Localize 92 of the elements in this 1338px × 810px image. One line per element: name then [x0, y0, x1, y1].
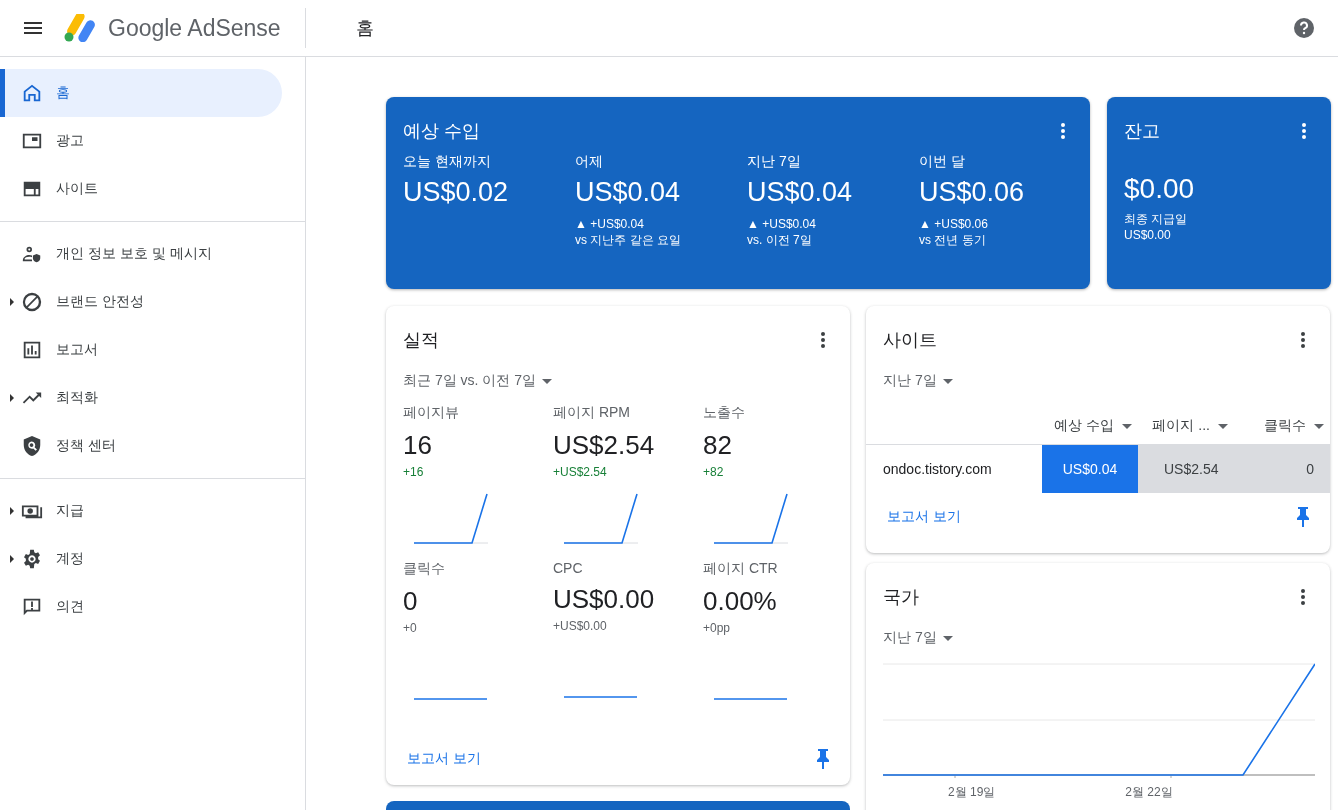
metric-value: 16 [403, 430, 433, 461]
help-icon[interactable] [1294, 18, 1314, 38]
metric-change: +16 [403, 465, 425, 479]
card-title: 잔고 [1124, 120, 1160, 143]
metric-label: 클릭수 [403, 560, 446, 578]
nav-item[interactable]: 지급 [0, 487, 282, 535]
period-label: 이번 달 [919, 153, 966, 171]
card-title: 예상 수입 [403, 120, 480, 143]
metric-change: +US$0.00 [553, 619, 608, 633]
view-report-link[interactable]: 보고서 보기 [407, 750, 481, 768]
gear-icon [21, 548, 43, 570]
period-comparison: vs 지난주 같은 요일 [575, 232, 682, 248]
period-label: 지난 7일 [747, 153, 802, 171]
column-header[interactable]: 예상 수입 [1042, 417, 1138, 435]
period-label: 어제 [575, 153, 604, 171]
period-change: ▲ +US$0.04 [747, 216, 817, 232]
menu-icon[interactable] [24, 22, 42, 34]
dropdown-caret-icon [942, 635, 953, 641]
page-title: 홈 [356, 17, 375, 40]
view-report-link[interactable]: 보고서 보기 [887, 508, 961, 526]
date-range-dropdown[interactable]: 지난 7일 [866, 372, 1330, 390]
nav-item[interactable]: 보고서 [0, 326, 282, 374]
nav-item[interactable]: 사이트 [0, 165, 282, 213]
shield-search-icon [21, 435, 43, 457]
more-options-icon[interactable] [1061, 123, 1065, 139]
date-range-dropdown[interactable]: 지난 7일 [883, 629, 1313, 647]
period-change: ▲ +US$0.04 [575, 216, 645, 232]
card-title: 국가 [883, 586, 919, 609]
pin-icon[interactable] [817, 749, 829, 769]
period-value: US$0.06 [919, 177, 1026, 208]
metric-label: 페이지뷰 [403, 404, 460, 422]
metric-value: 0.00% [703, 586, 778, 617]
metric-change: +0pp [703, 621, 732, 635]
last-payment-value: US$0.00 [1124, 227, 1172, 243]
metric-label: CPC [553, 560, 584, 576]
table-cell: US$0.04 [1042, 445, 1138, 493]
nav-item[interactable]: 브랜드 안전성 [0, 278, 282, 326]
nav-item[interactable]: 홈 [0, 69, 282, 117]
sort-caret-icon [1314, 423, 1324, 429]
nav-item[interactable]: 개인 정보 보호 및 메시지 [0, 230, 282, 278]
expand-caret-icon[interactable] [10, 298, 14, 306]
dropdown-caret-icon [542, 378, 553, 384]
column-header[interactable]: 페이지 ... [1138, 417, 1234, 435]
pin-icon[interactable] [1297, 507, 1309, 527]
metric-change: +82 [703, 465, 725, 479]
expand-caret-icon[interactable] [10, 394, 14, 402]
more-options-icon[interactable] [1302, 123, 1306, 139]
metric-change: +0 [403, 621, 418, 635]
metric-value: 0 [403, 586, 419, 617]
home-icon [21, 82, 43, 104]
nav-item[interactable]: 광고 [0, 117, 282, 165]
more-options-icon[interactable] [1301, 589, 1305, 605]
table-cell: 0 [1234, 445, 1330, 493]
sort-caret-icon [1218, 423, 1228, 429]
dropdown-caret-icon [942, 378, 953, 384]
logo-icon [64, 14, 98, 42]
axis-label: 2월 19일 [948, 784, 996, 801]
nav-item[interactable]: 의견 [0, 583, 282, 631]
table-cell: US$2.54 [1138, 445, 1234, 493]
period-change: ▲ +US$0.06 [919, 216, 989, 232]
metric-value: US$2.54 [553, 430, 656, 461]
balance-value: $0.00 [1124, 173, 1196, 205]
period-value: US$0.04 [747, 177, 854, 208]
metric-label: 페이지 RPM [553, 404, 631, 422]
sort-caret-icon [1122, 423, 1132, 429]
period-value: US$0.02 [403, 177, 510, 208]
metric-value: US$0.00 [553, 584, 656, 615]
nav-item[interactable]: 최적화 [0, 374, 282, 422]
nav-item[interactable]: 정책 센터 [0, 422, 282, 470]
product-name: Google AdSense [108, 14, 281, 42]
expand-caret-icon[interactable] [10, 507, 14, 515]
date-range-dropdown[interactable]: 최근 7일 vs. 이전 7일 [403, 372, 833, 390]
period-comparison: vs 전년 동기 [919, 232, 987, 248]
more-options-icon[interactable] [821, 332, 825, 348]
card-title: 실적 [403, 329, 439, 352]
metric-label: 페이지 CTR [703, 560, 779, 578]
site-name-cell-text: ondoc.tistory.com [882, 460, 993, 479]
period-label: 오늘 현재까지 [403, 153, 492, 171]
period-comparison: vs. 이전 7일 [747, 232, 813, 248]
nav-item[interactable]: 계정 [0, 535, 282, 583]
block-icon [21, 291, 43, 313]
metric-value: 82 [703, 430, 733, 461]
metric-label: 노출수 [703, 404, 746, 422]
bar-chart-icon [21, 339, 43, 361]
last-payment-label: 최종 지급일 [1124, 211, 1189, 227]
card-title: 사이트 [883, 329, 937, 352]
metric-change: +US$2.54 [553, 465, 608, 479]
axis-label: 2월 22일 [1125, 784, 1173, 801]
period-value: US$0.04 [575, 177, 682, 208]
column-header[interactable]: 클릭수 [1234, 417, 1330, 435]
more-options-icon[interactable] [1301, 332, 1305, 348]
expand-caret-icon[interactable] [10, 555, 14, 563]
